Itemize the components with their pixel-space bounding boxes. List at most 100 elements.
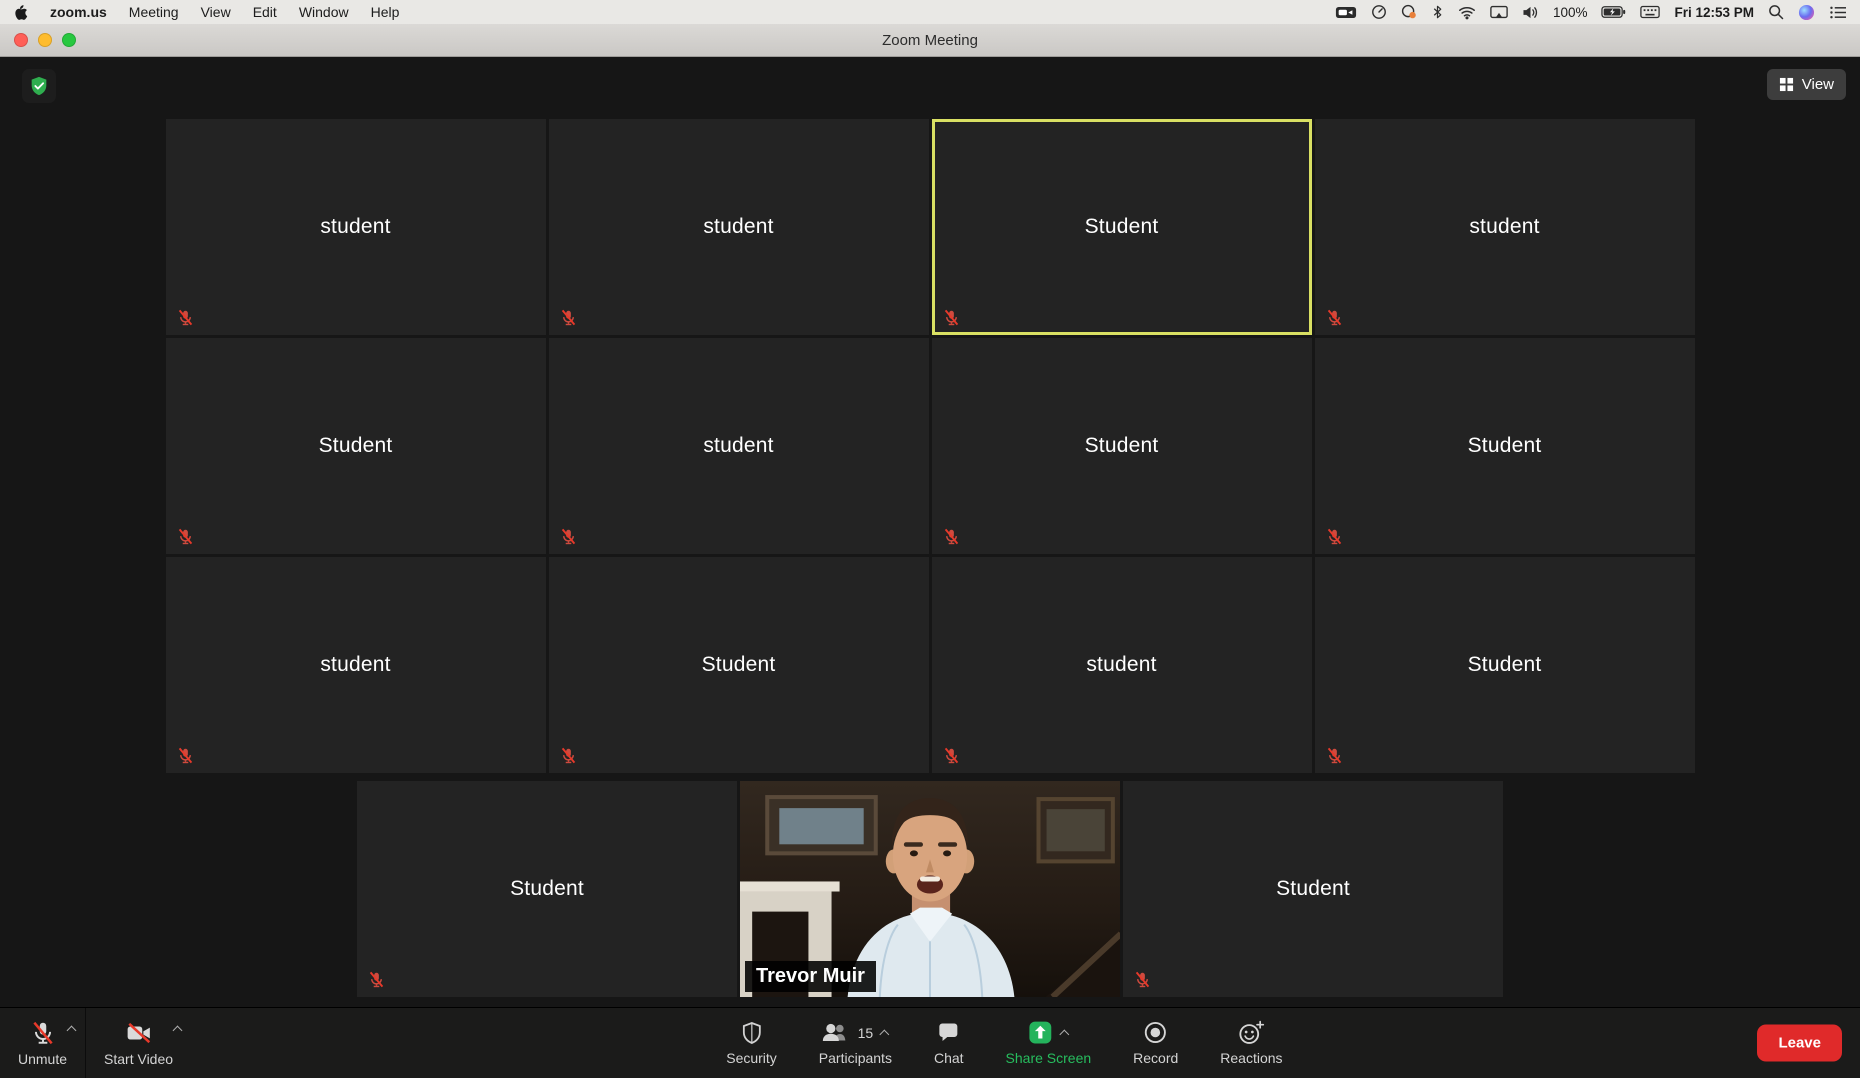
participants-label: Participants	[818, 1050, 892, 1066]
apple-logo-icon[interactable]	[14, 4, 28, 21]
view-button-label: View	[1801, 76, 1834, 93]
participant-tile[interactable]: student	[165, 557, 546, 773]
participant-name: Student	[701, 653, 776, 676]
share-screen-label: Share Screen	[1005, 1050, 1092, 1066]
window-title: Zoom Meeting	[882, 31, 978, 49]
unmute-label: Unmute	[18, 1050, 68, 1067]
volume-icon[interactable]	[1522, 5, 1539, 20]
video-options-chevron-icon[interactable]	[173, 1024, 183, 1034]
record-label: Record	[1133, 1050, 1179, 1066]
menu-item-view[interactable]: View	[201, 4, 231, 20]
menu-item-help[interactable]: Help	[371, 4, 400, 20]
menu-app-name[interactable]: zoom.us	[50, 4, 107, 20]
record-button[interactable]: Record	[1115, 1008, 1196, 1078]
participant-tile[interactable]: student	[548, 338, 929, 554]
participant-tile[interactable]: student	[548, 119, 929, 335]
menu-item-window[interactable]: Window	[299, 4, 349, 20]
display-mirroring-icon[interactable]	[1490, 4, 1508, 20]
muted-mic-icon	[942, 746, 961, 765]
video-off-icon	[125, 1020, 153, 1046]
mic-muted-icon	[30, 1020, 56, 1046]
participants-icon	[821, 1020, 851, 1045]
close-window-button[interactable]	[14, 33, 28, 47]
start-video-label: Start Video	[104, 1050, 174, 1067]
chat-button[interactable]: Chat	[916, 1008, 982, 1078]
participant-tile[interactable]: Student	[1314, 557, 1695, 773]
reactions-icon	[1238, 1020, 1265, 1045]
participant-grid: student student Student student Student stude…	[0, 119, 1860, 997]
tile-row: student Student student Student	[165, 557, 1695, 773]
battery-charging-icon	[1601, 5, 1626, 19]
participant-name: student	[703, 434, 774, 457]
meeting-stage: View student student Student student Student…	[0, 57, 1860, 1007]
bluetooth-icon[interactable]	[1431, 4, 1444, 20]
macos-menubar: zoom.us Meeting View Edit Window Help 10…	[0, 0, 1860, 24]
participant-name: Student	[1467, 434, 1542, 457]
participant-tile[interactable]: student	[165, 119, 546, 335]
participant-name: Student	[1467, 653, 1542, 676]
muted-mic-icon	[1325, 308, 1344, 327]
tile-row: Student Trevor Muir Student	[357, 781, 1503, 997]
gauge-icon[interactable]	[1371, 4, 1387, 20]
muted-mic-icon	[176, 746, 195, 765]
search-icon[interactable]	[1768, 4, 1784, 20]
participant-name: Student	[1084, 215, 1159, 238]
participant-tile[interactable]: Student	[357, 781, 737, 997]
muted-mic-icon	[1325, 746, 1344, 765]
menubar-status: 100% Fri 12:53 PM	[1335, 4, 1848, 21]
siri-icon[interactable]	[1798, 4, 1815, 21]
battery-percent: 100%	[1552, 4, 1588, 20]
participant-tile[interactable]: Trevor Muir	[740, 781, 1120, 997]
muted-mic-icon	[1133, 970, 1152, 989]
reactions-button[interactable]: Reactions	[1202, 1008, 1300, 1078]
shield-icon	[740, 1021, 764, 1045]
record-icon	[1143, 1020, 1168, 1045]
muted-mic-icon	[176, 308, 195, 327]
zoom-camera-icon[interactable]	[1335, 4, 1357, 21]
participant-tile[interactable]: Student	[931, 119, 1312, 335]
unmute-button[interactable]: Unmute	[0, 1008, 85, 1078]
window-titlebar: Zoom Meeting	[0, 24, 1860, 57]
tile-row: student student Student student	[165, 119, 1695, 335]
unmute-options-chevron-icon[interactable]	[67, 1024, 77, 1034]
participant-tile[interactable]: student	[931, 557, 1312, 773]
share-options-chevron-icon[interactable]	[1059, 1028, 1069, 1038]
zoom-window-button[interactable]	[62, 33, 76, 47]
muted-mic-icon	[942, 527, 961, 546]
participant-name: student	[703, 215, 774, 238]
view-button[interactable]: View	[1766, 69, 1846, 100]
menu-item-meeting[interactable]: Meeting	[129, 4, 179, 20]
muted-mic-icon	[942, 308, 961, 327]
grid-view-icon	[1779, 77, 1794, 92]
participants-button[interactable]: 15 Participants	[801, 1008, 910, 1078]
participant-tile[interactable]: Student	[165, 338, 546, 554]
participant-tile[interactable]: student	[1314, 119, 1695, 335]
participant-name: Trevor Muir	[745, 961, 876, 992]
participant-name: Student	[510, 877, 584, 900]
keyboard-icon[interactable]	[1640, 4, 1661, 20]
leave-button[interactable]: Leave	[1757, 1024, 1842, 1062]
participants-chevron-icon[interactable]	[880, 1028, 890, 1038]
muted-mic-icon	[1325, 527, 1344, 546]
participant-name: student	[1469, 215, 1540, 238]
participant-tile[interactable]: Student	[931, 338, 1312, 554]
share-screen-button[interactable]: Share Screen	[988, 1008, 1110, 1078]
menu-item-edit[interactable]: Edit	[253, 4, 277, 20]
minimize-window-button[interactable]	[38, 33, 52, 47]
menubar-clock[interactable]: Fri 12:53 PM	[1674, 5, 1754, 20]
start-video-button[interactable]: Start Video	[85, 1008, 191, 1078]
participant-tile[interactable]: Student	[1314, 338, 1695, 554]
status-orange-dot-icon[interactable]	[1401, 4, 1417, 20]
participant-tile[interactable]: Student	[548, 557, 929, 773]
menu-list-icon[interactable]	[1829, 5, 1848, 20]
participant-tile[interactable]: Student	[1123, 781, 1503, 997]
security-label: Security	[726, 1049, 777, 1066]
chat-label: Chat	[933, 1049, 964, 1066]
security-button[interactable]: Security	[708, 1008, 795, 1078]
screen: zoom.us Meeting View Edit Window Help 10…	[0, 0, 1860, 1078]
share-screen-icon	[1027, 1020, 1052, 1045]
participant-name: student	[1086, 653, 1157, 676]
wifi-icon[interactable]	[1458, 5, 1476, 20]
participant-name: student	[320, 215, 391, 238]
encryption-shield-icon[interactable]	[22, 69, 56, 103]
